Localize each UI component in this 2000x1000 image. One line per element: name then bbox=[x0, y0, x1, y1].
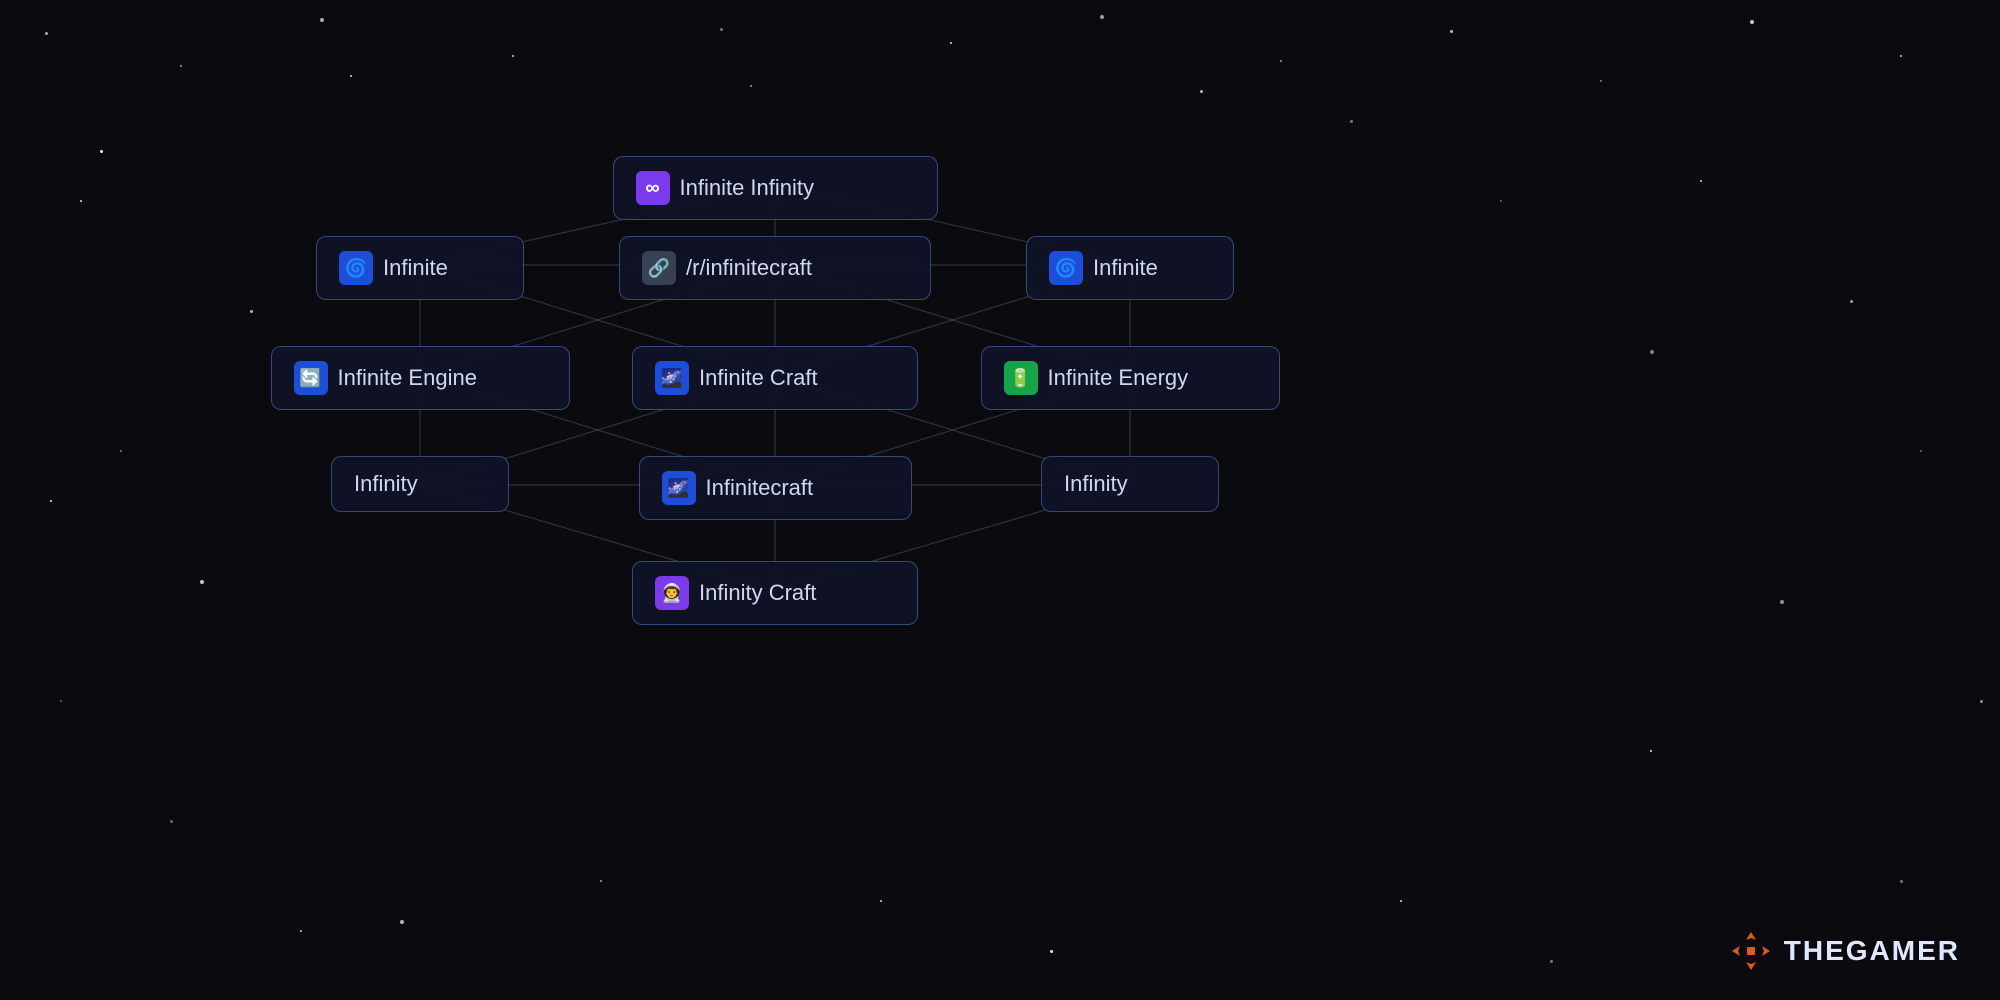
node-infinite_craft[interactable]: 🌌 Infinite Craft bbox=[632, 346, 918, 410]
node-label-infinitecraft_center: Infinitecraft bbox=[706, 475, 814, 501]
node-r_infinitecraft[interactable]: 🔗 /r/infinitecraft bbox=[619, 236, 931, 300]
node-icon-infinite_infinity: ∞ bbox=[636, 171, 670, 205]
node-label-infinite_right: Infinite bbox=[1093, 255, 1158, 281]
node-label-infinite_left: Infinite bbox=[383, 255, 448, 281]
node-label-r_infinitecraft: /r/infinitecraft bbox=[686, 255, 812, 281]
watermark-text: THEGAMER bbox=[1784, 935, 1960, 967]
node-label-infinite_craft: Infinite Craft bbox=[699, 365, 818, 391]
thegamer-logo-icon bbox=[1730, 930, 1772, 972]
node-infinitecraft_center[interactable]: 🌌 Infinitecraft bbox=[639, 456, 912, 520]
node-infinite_left[interactable]: 🌀 Infinite bbox=[316, 236, 524, 300]
node-label-infinite_energy: Infinite Energy bbox=[1048, 365, 1189, 391]
node-infinite_infinity[interactable]: ∞ Infinite Infinity bbox=[613, 156, 938, 220]
node-icon-infinite_craft: 🌌 bbox=[655, 361, 689, 395]
node-label-infinite_infinity: Infinite Infinity bbox=[680, 175, 815, 201]
node-label-infinity_right: Infinity bbox=[1064, 471, 1128, 497]
node-icon-r_infinitecraft: 🔗 bbox=[642, 251, 676, 285]
node-infinity_craft[interactable]: 👨‍🚀 Infinity Craft bbox=[632, 561, 918, 625]
node-icon-infinite_left: 🌀 bbox=[339, 251, 373, 285]
node-label-infinite_engine: Infinite Engine bbox=[338, 365, 477, 391]
node-infinite_engine[interactable]: 🔄 Infinite Engine bbox=[271, 346, 570, 410]
node-icon-infinity_craft: 👨‍🚀 bbox=[655, 576, 689, 610]
node-infinite_right[interactable]: 🌀 Infinite bbox=[1026, 236, 1234, 300]
node-infinity_right[interactable]: Infinity bbox=[1041, 456, 1219, 512]
node-icon-infinite_right: 🌀 bbox=[1049, 251, 1083, 285]
node-icon-infinitecraft_center: 🌌 bbox=[662, 471, 696, 505]
node-label-infinity_left: Infinity bbox=[354, 471, 418, 497]
node-container: ∞ Infinite Infinity 🌀 Infinite 🔗 /r/infinitec… bbox=[0, 0, 2000, 1000]
node-infinity_left[interactable]: Infinity bbox=[331, 456, 509, 512]
node-infinite_energy[interactable]: 🔋 Infinite Energy bbox=[981, 346, 1280, 410]
node-icon-infinite_engine: 🔄 bbox=[294, 361, 328, 395]
node-label-infinity_craft: Infinity Craft bbox=[699, 580, 816, 606]
watermark: THEGAMER bbox=[1730, 930, 1960, 972]
node-icon-infinite_energy: 🔋 bbox=[1004, 361, 1038, 395]
